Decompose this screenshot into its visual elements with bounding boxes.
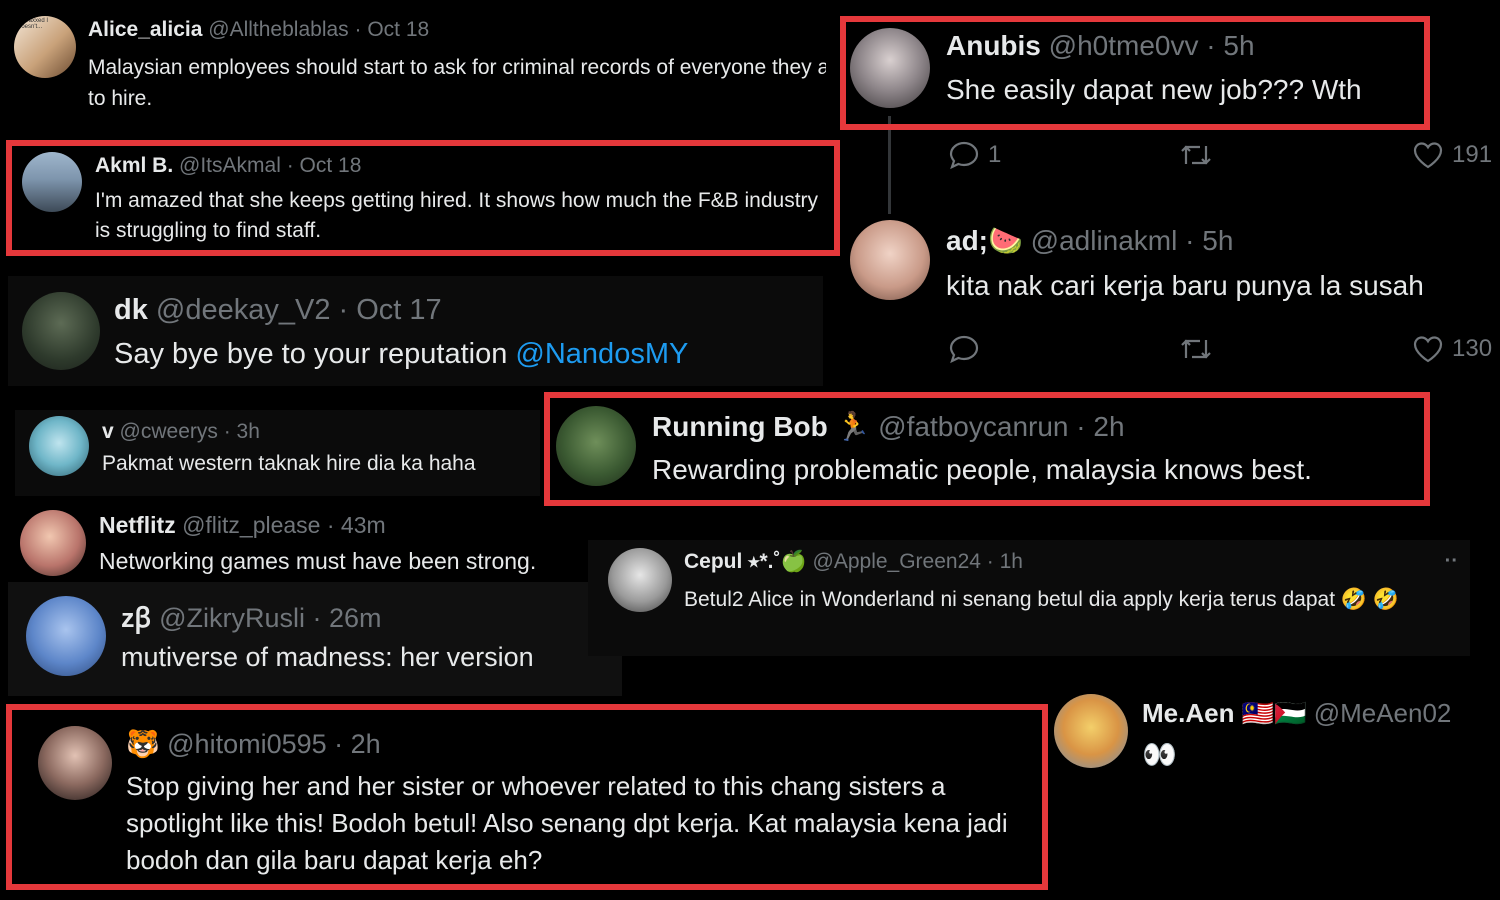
heart-icon bbox=[1413, 336, 1443, 363]
retweet-icon bbox=[1181, 145, 1211, 165]
thread-connector bbox=[888, 116, 891, 214]
avatar[interactable] bbox=[850, 28, 930, 108]
author-handle[interactable]: @fatboycanrun bbox=[878, 411, 1068, 442]
tweet-text-block: Betul2 Alice in Wonderland ni senang bet… bbox=[684, 584, 1464, 615]
tweet-zikry[interactable]: zꞵ @ZikryRusli · 26m mutiverse of madnes… bbox=[8, 582, 622, 696]
retweet-button[interactable] bbox=[1178, 334, 1214, 364]
green-apple-icon: 🍏 bbox=[780, 550, 807, 573]
avatar[interactable]: Unvaxxed I doesn't... bbox=[14, 16, 76, 78]
like-button[interactable]: 191 bbox=[1412, 140, 1492, 170]
author-name[interactable]: dk bbox=[114, 294, 148, 326]
author-handle[interactable]: @MeAen02 bbox=[1314, 698, 1452, 728]
avatar[interactable] bbox=[22, 152, 82, 212]
avatar[interactable] bbox=[22, 292, 100, 370]
tweet-anubis[interactable]: Anubis @h0tme0vv · 5h She easily dapat n… bbox=[840, 16, 1500, 190]
timestamp[interactable]: · 2h bbox=[334, 729, 381, 759]
like-button[interactable]: 130 bbox=[1412, 334, 1492, 364]
avatar[interactable] bbox=[20, 510, 86, 576]
timestamp[interactable]: · 1h bbox=[987, 550, 1023, 573]
tweet-text: kita nak cari kerja baru punya la susah bbox=[946, 270, 1424, 301]
timestamp[interactable]: · Oct 18 bbox=[287, 154, 362, 177]
more-options-button[interactable]: ·· bbox=[1445, 550, 1458, 573]
like-count: 130 bbox=[1452, 335, 1493, 362]
author-name[interactable]: Me.Aen bbox=[1142, 698, 1234, 728]
tweet-hitomi[interactable]: 🐯 @hitomi0595 · 2h Stop giving her and h… bbox=[10, 706, 1046, 890]
tweet-alice[interactable]: Unvaxxed I doesn't... Alice_alicia @Allt… bbox=[0, 0, 826, 130]
tweet-ad[interactable]: ad;🍉 @adlinakml · 5h kita nak cari kerja… bbox=[840, 214, 1500, 382]
author-name[interactable]: v bbox=[102, 420, 114, 443]
author-handle[interactable]: @Alltheblablas bbox=[208, 18, 348, 41]
avatar[interactable] bbox=[1054, 694, 1128, 768]
tweet-text: Networking games must have been strong. bbox=[99, 548, 537, 574]
tweet-text: Rewarding problematic people, malaysia k… bbox=[652, 454, 1312, 485]
author-handle[interactable]: @adlinakml bbox=[1031, 225, 1178, 256]
mention-link[interactable]: @NandosMY bbox=[515, 338, 688, 370]
tweet-akml[interactable]: Akml B. @ItsAkmal · Oct 18 I'm amazed th… bbox=[8, 142, 840, 254]
avatar[interactable] bbox=[850, 220, 930, 300]
reply-icon bbox=[949, 141, 979, 170]
tweet-text: Betul2 Alice in Wonderland ni senang bet… bbox=[684, 588, 1336, 611]
tweet-text: mutiverse of madness: her version bbox=[121, 642, 534, 672]
author-name[interactable]: Alice_alicia bbox=[88, 18, 202, 41]
tweet-cepul[interactable]: Cepul ⭑*.˚🍏 @Apple_Green24 · 1h ·· Betul… bbox=[588, 540, 1470, 656]
author-handle[interactable]: @h0tme0vv bbox=[1049, 30, 1199, 61]
author-name[interactable]: 🐯 bbox=[126, 728, 160, 760]
tweet-text: She easily dapat new job??? Wth bbox=[946, 74, 1362, 105]
author-handle[interactable]: @hitomi0595 bbox=[167, 729, 327, 759]
reply-count: 1 bbox=[988, 141, 1002, 168]
author-handle[interactable]: @ZikryRusli bbox=[159, 603, 305, 633]
author-handle[interactable]: @flitz_please bbox=[182, 512, 320, 538]
flags-icon: 🇲🇾🇵🇸 bbox=[1241, 698, 1307, 728]
avatar[interactable] bbox=[556, 406, 636, 486]
author-handle[interactable]: @Apple_Green24 bbox=[813, 550, 981, 573]
tweet-text: I'm amazed that she keeps getting hired.… bbox=[95, 189, 819, 242]
avatar-caption: Unvaxxed I doesn't... bbox=[18, 18, 49, 30]
avatar[interactable] bbox=[38, 726, 112, 800]
author-handle[interactable]: @ItsAkmal bbox=[179, 154, 281, 177]
avatar[interactable] bbox=[29, 416, 89, 476]
tweet-v[interactable]: v @cweerys · 3h Pakmat western taknak hi… bbox=[15, 410, 540, 496]
retweet-icon bbox=[1181, 339, 1211, 359]
tweet-text: Malaysian employees should start to ask … bbox=[88, 56, 826, 110]
rofl-emoji: 🤣 bbox=[1340, 588, 1368, 611]
watermelon-icon: 🍉 bbox=[988, 225, 1023, 256]
tweet-dk[interactable]: dk @deekay_V2 · Oct 17 Say bye bye to yo… bbox=[8, 276, 823, 386]
timestamp[interactable]: · 26m bbox=[312, 603, 381, 633]
like-count: 191 bbox=[1452, 141, 1493, 168]
author-name[interactable]: zꞵ bbox=[121, 603, 152, 633]
tweet-text: Pakmat western taknak hire dia ka haha bbox=[102, 452, 476, 475]
tweet-text: Stop giving her and her sister or whoeve… bbox=[126, 771, 1008, 875]
timestamp[interactable]: · 5h bbox=[1206, 30, 1254, 61]
heart-icon bbox=[1413, 142, 1443, 169]
tweet-text: 👀 bbox=[1142, 739, 1177, 770]
author-handle[interactable]: @cweerys bbox=[120, 420, 218, 443]
reply-button[interactable]: 1 bbox=[948, 140, 1001, 170]
tweet-text: Say bye bye to your reputation bbox=[114, 338, 508, 370]
timestamp[interactable]: · 3h bbox=[224, 420, 260, 443]
reply-icon bbox=[949, 335, 979, 364]
tweet-meaen[interactable]: Me.Aen 🇲🇾🇵🇸 @MeAen02 👀 bbox=[1052, 690, 1500, 800]
tweet-text-line: Say bye bye to your reputation @NandosMY bbox=[114, 338, 688, 371]
reply-button[interactable] bbox=[948, 334, 980, 364]
timestamp[interactable]: · 2h bbox=[1076, 411, 1124, 442]
timestamp[interactable]: · Oct 17 bbox=[339, 294, 442, 326]
runner-icon: 🏃 bbox=[835, 411, 871, 442]
avatar[interactable] bbox=[608, 548, 672, 612]
author-name[interactable]: ad; bbox=[946, 225, 988, 256]
rofl-emoji: 🤣 bbox=[1372, 588, 1400, 611]
author-handle[interactable]: @deekay_V2 bbox=[156, 294, 331, 326]
tweet-netflitz[interactable]: Netflitz @flitz_please · 43m Networking … bbox=[8, 504, 618, 580]
author-name[interactable]: Cepul ⭑*.˚ bbox=[684, 550, 781, 573]
author-name[interactable]: Akml B. bbox=[95, 154, 173, 177]
author-name[interactable]: Netflitz bbox=[99, 512, 176, 538]
retweet-button[interactable] bbox=[1178, 140, 1214, 170]
author-name[interactable]: Anubis bbox=[946, 30, 1041, 61]
tweet-running-bob[interactable]: Running Bob 🏃 @fatboycanrun · 2h Rewardi… bbox=[546, 394, 1430, 506]
timestamp[interactable]: · 5h bbox=[1185, 225, 1233, 256]
avatar[interactable] bbox=[26, 596, 106, 676]
author-name[interactable]: Running Bob bbox=[652, 411, 828, 442]
timestamp[interactable]: · Oct 18 bbox=[355, 18, 430, 41]
timestamp[interactable]: · 43m bbox=[327, 512, 386, 538]
